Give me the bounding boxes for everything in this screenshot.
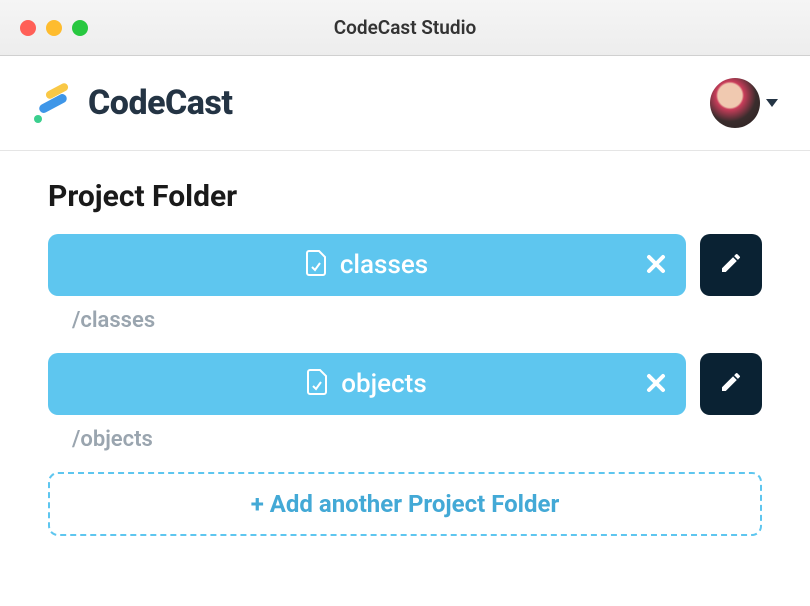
logo-text: CodeCast: [88, 83, 232, 123]
app-window: CodeCast Studio CodeCast Project Folder: [0, 0, 810, 606]
titlebar: CodeCast Studio: [0, 0, 810, 56]
app-header: CodeCast: [0, 56, 810, 151]
folder-chip[interactable]: objects: [48, 353, 686, 415]
chevron-down-icon: [766, 99, 778, 107]
maximize-window-button[interactable]: [72, 20, 88, 36]
window-title: CodeCast Studio: [20, 16, 790, 39]
folder-label: objects: [341, 369, 426, 399]
traffic-lights: [20, 20, 88, 36]
close-window-button[interactable]: [20, 20, 36, 36]
folder-path: /classes: [72, 308, 762, 333]
folder-chip[interactable]: classes: [48, 234, 686, 296]
logo-mark-icon: [32, 81, 76, 125]
folder-path: /objects: [72, 427, 762, 452]
user-menu[interactable]: [710, 78, 778, 128]
user-avatar: [710, 78, 760, 128]
file-icon: [306, 250, 326, 280]
main-content: Project Folder classes: [0, 151, 810, 564]
remove-folder-button[interactable]: [646, 370, 666, 398]
pencil-icon: [719, 370, 743, 398]
folder-label: classes: [340, 250, 428, 280]
add-folder-label: + Add another Project Folder: [251, 490, 560, 518]
pencil-icon: [719, 251, 743, 279]
minimize-window-button[interactable]: [46, 20, 62, 36]
file-icon: [307, 369, 327, 399]
section-title: Project Folder: [48, 179, 762, 214]
edit-folder-button[interactable]: [700, 353, 762, 415]
logo: CodeCast: [32, 81, 232, 125]
folder-row: objects: [48, 353, 762, 415]
remove-folder-button[interactable]: [646, 251, 666, 279]
folder-row: classes: [48, 234, 762, 296]
edit-folder-button[interactable]: [700, 234, 762, 296]
add-folder-button[interactable]: + Add another Project Folder: [48, 472, 762, 536]
